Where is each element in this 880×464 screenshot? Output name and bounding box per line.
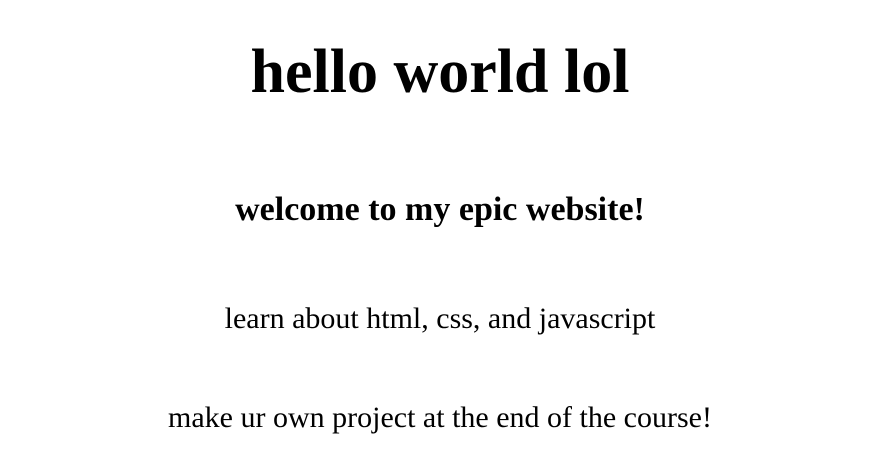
web-page: hello world lol welcome to my epic websi… (0, 0, 880, 464)
page-subheading: welcome to my epic website! (235, 191, 645, 228)
project-paragraph: make ur own project at the end of the co… (168, 401, 712, 434)
intro-paragraph: learn about html, css, and javascript (224, 302, 656, 335)
page-heading: hello world lol (250, 38, 630, 106)
